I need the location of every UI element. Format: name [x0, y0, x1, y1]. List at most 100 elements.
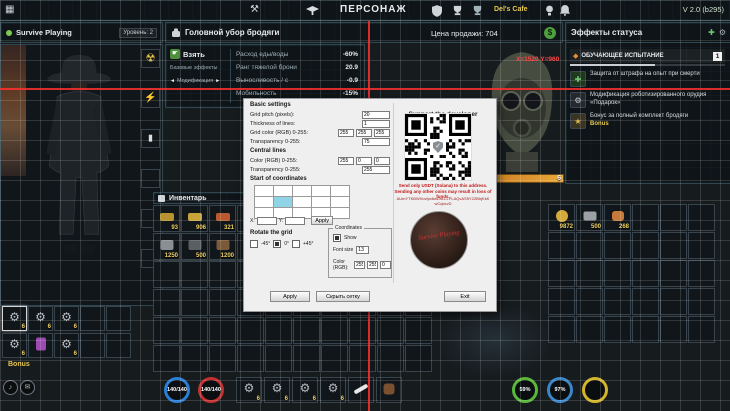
origin-cell[interactable]	[273, 185, 293, 197]
storage-slot[interactable]	[548, 316, 575, 343]
trophy-icon[interactable]	[452, 5, 463, 16]
storage-slot[interactable]	[660, 316, 687, 343]
storage-slot[interactable]	[576, 316, 603, 343]
storage-slot[interactable]	[660, 204, 687, 231]
central-color-r-input[interactable]	[338, 157, 354, 165]
inventory-slot[interactable]	[181, 317, 208, 344]
origin-cell[interactable]	[292, 196, 312, 208]
grid-transparency-input[interactable]	[362, 138, 390, 146]
line-thickness-input[interactable]	[362, 120, 390, 128]
quick-slot[interactable]	[28, 333, 53, 358]
storage-slot[interactable]	[688, 260, 715, 287]
status-effect-row[interactable]: ★ Бонус за полный комплект бродяги Bonus	[570, 113, 727, 129]
window-grid-icon[interactable]: ▦	[5, 5, 14, 15]
origin-cell[interactable]	[292, 185, 312, 197]
hide-grid-button[interactable]: Скрыть сетку	[316, 291, 370, 302]
status-effect-row[interactable]: ✚ Защита от штрафа на опыт при смерти	[570, 71, 727, 87]
storage-slot[interactable]	[604, 288, 631, 315]
take-button[interactable]: ☛ Взять	[170, 49, 228, 59]
storage-slot[interactable]	[688, 288, 715, 315]
quick-slot[interactable]: ⚙ 6	[54, 333, 79, 358]
inventory-slot[interactable]	[405, 345, 432, 372]
cup-icon[interactable]	[472, 5, 483, 16]
voice-chat-icon[interactable]: ♪	[3, 380, 18, 395]
inventory-slot[interactable]	[321, 317, 348, 344]
central-transparency-input[interactable]	[362, 166, 390, 174]
inventory-slot[interactable]	[153, 317, 180, 344]
challenge-row[interactable]: ◆ ОБУЧАЮЩЕЕ ИСПЫТАНИЕ 1	[570, 49, 725, 63]
inventory-slot[interactable]	[265, 317, 292, 344]
storage-slot[interactable]	[688, 232, 715, 259]
rotate-minus45-checkbox[interactable]	[250, 240, 258, 248]
inventory-slot[interactable]	[265, 345, 292, 372]
storage-slot[interactable]	[576, 260, 603, 287]
inventory-slot[interactable]	[181, 345, 208, 372]
font-size-input[interactable]	[356, 246, 370, 254]
inventory-slot[interactable]: 906	[181, 205, 208, 232]
inventory-slot[interactable]	[153, 289, 180, 316]
toolbelt-slot[interactable]	[376, 377, 402, 403]
status-gear-icon[interactable]: ⚙	[719, 28, 726, 37]
quick-slot[interactable]	[80, 306, 105, 331]
storage-slot[interactable]	[576, 288, 603, 315]
storage-slot[interactable]	[548, 288, 575, 315]
origin-x-input[interactable]	[256, 216, 277, 225]
toolbelt-slot[interactable]: ⚙ 6	[292, 377, 318, 403]
inventory-slot[interactable]	[377, 317, 404, 344]
inventory-slot[interactable]	[237, 345, 264, 372]
inventory-slot[interactable]	[293, 317, 320, 344]
coord-color-r-input[interactable]	[354, 261, 365, 269]
origin-cell-selected[interactable]	[273, 196, 293, 208]
storage-slot[interactable]	[632, 260, 659, 287]
central-color-b-input[interactable]	[374, 157, 390, 165]
origin-cell[interactable]	[330, 196, 350, 208]
inventory-slot[interactable]: 1200	[209, 233, 236, 260]
inventory-slot[interactable]	[153, 345, 180, 372]
inventory-slot[interactable]	[405, 317, 432, 344]
inventory-slot[interactable]	[349, 317, 376, 344]
origin-cell[interactable]	[254, 196, 274, 208]
storage-slot[interactable]	[688, 204, 715, 231]
coord-color-b-input[interactable]	[380, 261, 391, 269]
storage-slot[interactable]: 500	[576, 204, 603, 231]
crafting-tab-hammer-icon[interactable]: ⚒	[250, 5, 259, 15]
origin-cell[interactable]	[330, 185, 350, 197]
quick-slot[interactable]: ⚙ 6	[2, 333, 27, 358]
origin-y-input[interactable]	[285, 216, 306, 225]
storage-slot[interactable]	[548, 232, 575, 259]
storage-slot[interactable]	[632, 232, 659, 259]
skills-tab-icon[interactable]	[306, 6, 319, 16]
grid-color-b-input[interactable]	[374, 129, 390, 137]
grid-pitch-input[interactable]	[362, 111, 390, 119]
inventory-slot[interactable]	[377, 345, 404, 372]
toolbelt-slot[interactable]	[348, 377, 374, 403]
inventory-slot[interactable]: 500	[181, 233, 208, 260]
inventory-slot[interactable]: 93	[153, 205, 180, 232]
messages-icon[interactable]: ✉	[20, 380, 35, 395]
storage-slot[interactable]: 268	[604, 204, 631, 231]
storage-slot[interactable]	[604, 316, 631, 343]
quick-slot[interactable]	[106, 306, 131, 331]
wallet-address[interactable]: AUmYTKBWVuvfpx6wDnLLLPLAQvAS5Y2ZBhjKkKwC…	[397, 196, 490, 206]
storage-slot[interactable]	[632, 288, 659, 315]
inventory-slot[interactable]	[209, 261, 236, 288]
inventory-slot[interactable]	[321, 345, 348, 372]
inventory-slot[interactable]	[209, 317, 236, 344]
origin-cell[interactable]	[254, 185, 274, 197]
inventory-slot[interactable]	[237, 317, 264, 344]
apply-origin-button[interactable]: Apply	[311, 216, 333, 225]
armor-slot[interactable]: ⚡	[141, 89, 160, 108]
armor-slot[interactable]: ☢	[141, 49, 160, 68]
coord-color-g-input[interactable]	[367, 261, 378, 269]
inventory-slot[interactable]	[209, 289, 236, 316]
bulb-icon[interactable]	[545, 5, 554, 16]
apply-button[interactable]: Apply	[270, 291, 310, 302]
central-color-g-input[interactable]	[356, 157, 372, 165]
prev-mod-arrow-icon[interactable]: ◄	[170, 78, 175, 84]
storage-slot[interactable]	[660, 260, 687, 287]
rotate-0-checkbox[interactable]	[273, 240, 282, 248]
toolbelt-slot[interactable]: ⚙ 6	[320, 377, 346, 403]
origin-cell[interactable]	[311, 185, 331, 197]
inventory-slot[interactable]	[293, 345, 320, 372]
quick-slot[interactable]	[106, 333, 131, 358]
